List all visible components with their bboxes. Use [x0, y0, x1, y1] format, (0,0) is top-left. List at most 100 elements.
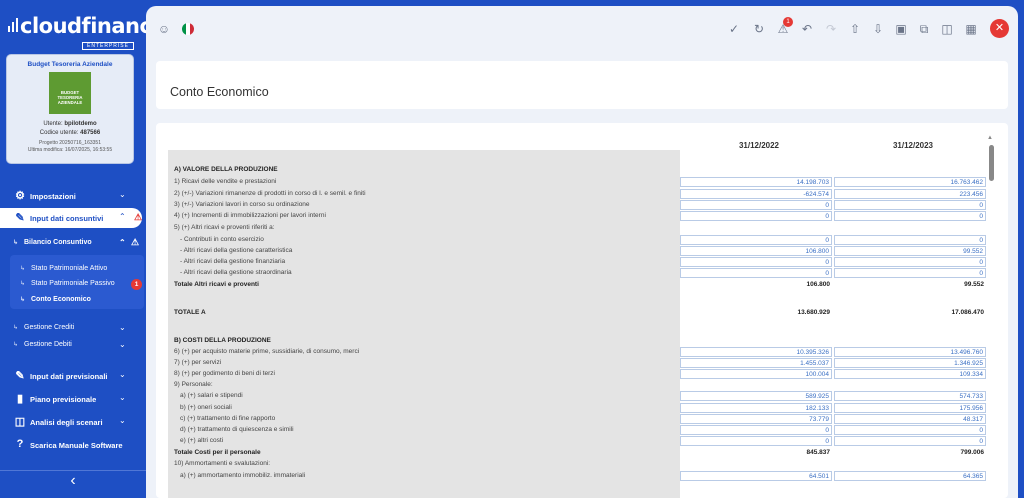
redo-icon[interactable]: ↷ [821, 19, 841, 39]
table-row: 3) (+/-) Variazioni lavori in corso su o… [168, 200, 986, 210]
cell-2023[interactable]: 0 [834, 268, 986, 278]
cell-2023[interactable]: 0 [834, 235, 986, 245]
row-label: - Contributi in conto esercizio [180, 236, 264, 243]
undo-icon[interactable]: ↶ [797, 19, 817, 39]
table-row: - Contributi in conto esercizio 0 0 [168, 235, 986, 245]
cell-2023[interactable]: 0 [834, 425, 986, 435]
cell-2023[interactable]: 64.365 [834, 471, 986, 481]
cell-2022[interactable]: -624.574 [680, 189, 832, 199]
palette-icon[interactable]: ☺ [154, 19, 174, 39]
table-row: a) (+) salari e stipendi 589.925 574.733 [168, 391, 986, 401]
cell-2022[interactable]: 106.800 [680, 246, 832, 256]
cell-2023[interactable]: 13.496.760 [834, 347, 986, 357]
warning-icon: ⚠ [131, 237, 140, 247]
row-label: b) (+) oneri sociali [180, 404, 232, 411]
cell-2022[interactable]: 64.501 [680, 471, 832, 481]
code-line: Codice utente: 487566 [7, 129, 133, 138]
close-icon[interactable]: ✕ [990, 19, 1009, 38]
cell-2023[interactable]: 0 [834, 200, 986, 210]
row-label: a) (+) ammortamento immobiliz. immateria… [180, 472, 306, 479]
cell-2022[interactable]: 73.779 [680, 414, 832, 424]
nav-label: Gestione Crediti [24, 324, 75, 331]
calculator-icon[interactable]: ▦ [961, 19, 981, 39]
logo-text: cloudfinance [20, 14, 166, 38]
cell-2022[interactable]: 589.925 [680, 391, 832, 401]
row-label: d) (+) trattamento di quiescenza e simil… [180, 426, 294, 433]
nav-label: Scarica Manuale Software [30, 441, 123, 450]
nav-input-consuntivi[interactable]: ✎ Input dati consuntivi ⌃ ⚠ [0, 208, 142, 228]
cell-2022[interactable]: 1.455.037 [680, 358, 832, 368]
nav-input-previsionali[interactable]: ✎ Input dati previsionali ⌄ [0, 366, 146, 386]
cell-2023[interactable]: 175.956 [834, 403, 986, 413]
cell-2023: 799.006 [960, 449, 985, 456]
cell-2022[interactable]: 0 [680, 436, 832, 446]
cell-2023[interactable]: 99.552 [834, 246, 986, 256]
cell-2022[interactable]: 0 [680, 268, 832, 278]
sub-arrow-icon: ↳ [20, 281, 26, 287]
table-row: e) (+) altri costi 0 0 [168, 436, 986, 446]
cell-2022[interactable]: 14.198.703 [680, 177, 832, 187]
cell-2023[interactable]: 1.346.925 [834, 358, 986, 368]
cell-2022[interactable]: 0 [680, 211, 832, 221]
code-value: 487566 [80, 130, 101, 136]
row-label: 4) (+) Incrementi di immobilizzazioni pe… [174, 212, 326, 219]
cell-2022[interactable]: 10.395.326 [680, 347, 832, 357]
nav-piano-previsionale[interactable]: ▮ Piano previsionale ⌄ [0, 389, 146, 409]
row-label: 10) Ammortamenti e svalutazioni: [174, 460, 271, 467]
nav-analisi-scenari[interactable]: ◫ Analisi degli scenari ⌄ [0, 412, 146, 432]
nav-scarica-manuale[interactable]: ? Scarica Manuale Software [0, 435, 146, 455]
copy-icon[interactable]: ⧉ [914, 19, 934, 39]
nav-gestione-debiti[interactable]: ↳ Gestione Debiti ⌄ [0, 338, 146, 352]
save-icon[interactable]: ▣ [891, 19, 911, 39]
user-value: bpilotdemo [64, 121, 97, 127]
cell-2022[interactable]: 0 [680, 425, 832, 435]
columns-icon[interactable]: ◫ [937, 19, 957, 39]
column-header-2023: 31/12/2023 [892, 141, 934, 150]
help-icon: ? [16, 438, 24, 450]
sidebar: cloudfinance ENTERPRISE Budget Tesoreria… [0, 0, 166, 498]
cell-2023[interactable]: 574.733 [834, 391, 986, 401]
app-logo[interactable]: cloudfinance ENTERPRISE [8, 12, 166, 50]
nav-gestione-crediti[interactable]: ↳ Gestione Crediti ⌄ [0, 321, 146, 335]
cell-2023[interactable]: 48.317 [834, 414, 986, 424]
cell-2023[interactable]: 109.334 [834, 369, 986, 379]
row-label: c) (+) trattamento di fine rapporto [180, 415, 276, 422]
cell-2022[interactable]: 100.004 [680, 369, 832, 379]
table-row: c) (+) trattamento di fine rapporto 73.77… [168, 414, 986, 424]
company-logo: BUDGET TESORERIA AZIENDALE [49, 72, 91, 114]
cell-2022[interactable]: 0 [680, 200, 832, 210]
chevron-down-icon: ⌄ [119, 370, 126, 379]
cell-2022[interactable]: 0 [680, 235, 832, 245]
collapse-sidebar-button[interactable]: ‹ [0, 470, 146, 490]
sub-arrow-icon: ↳ [13, 325, 19, 331]
table-card: 31/12/2022 31/12/2023 ▲ A) VALORE DELLA … [156, 123, 1008, 498]
cell-2023[interactable]: 0 [834, 211, 986, 221]
cell-2023[interactable]: 16.763.462 [834, 177, 986, 187]
company-card: Budget Tesoreria Aziendale BUDGET TESORE… [6, 54, 134, 164]
scroll-up-icon[interactable]: ▲ [987, 135, 993, 141]
cell-2022[interactable]: 0 [680, 257, 832, 267]
nav-stato-passivo[interactable]: ↳ Stato Patrimoniale Passivo [0, 277, 146, 291]
row-label: - Altri ricavi della gestione finanziari… [180, 258, 286, 265]
cell-2023[interactable]: 223.456 [834, 189, 986, 199]
upload-icon[interactable]: ⇧ [845, 19, 865, 39]
check-icon[interactable]: ✓ [724, 19, 744, 39]
row-label: 6) (+) per acquisto materie prime, sussi… [174, 348, 360, 355]
table-row: - Altri ricavi della gestione caratteris… [168, 246, 986, 256]
download-icon[interactable]: ⇩ [868, 19, 888, 39]
table-row: Totale Costi per il personale 845.837 799.… [168, 448, 986, 458]
row-label: - Altri ricavi della gestione caratteris… [180, 247, 293, 254]
nav-impostazioni[interactable]: ⚙ Impostazioni ⌄ [0, 186, 146, 206]
scrollbar-thumb[interactable] [989, 145, 994, 181]
refresh-icon[interactable]: ↻ [749, 19, 769, 39]
cell-2023[interactable]: 0 [834, 257, 986, 267]
nav-stato-attivo[interactable]: ↳ Stato Patrimoniale Attivo [0, 262, 146, 276]
nav-bilancio-consuntivo[interactable]: ↳ Bilancio Consuntivo ⌃ ⚠ [0, 236, 146, 250]
table-row: 2) (+/-) Variazioni rimanenze di prodott… [168, 189, 986, 199]
cell-2022[interactable]: 182.133 [680, 403, 832, 413]
columns-icon: ◫ [14, 415, 26, 428]
flag-it-icon[interactable] [182, 23, 194, 35]
cell-2023[interactable]: 0 [834, 436, 986, 446]
cell-2023: 17.086.470 [951, 309, 984, 316]
nav-conto-economico[interactable]: ↳ Conto Economico [0, 293, 146, 307]
